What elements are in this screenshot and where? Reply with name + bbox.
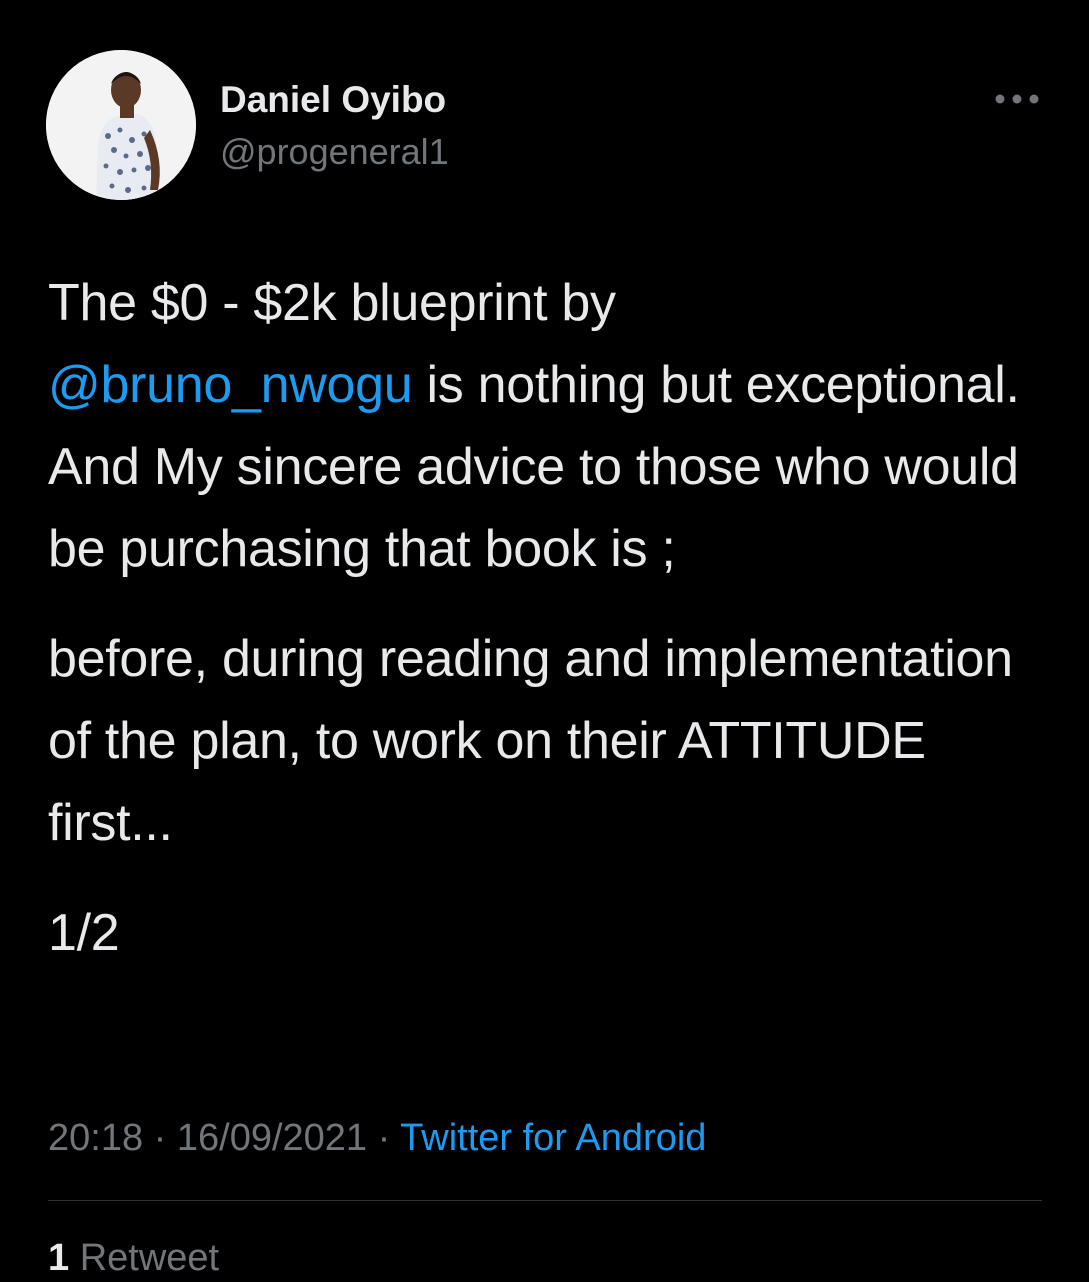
meta-separator: ·: [367, 1117, 401, 1159]
tweet-meta: 20:18 · 16/09/2021 · Twitter for Android: [48, 1114, 706, 1162]
divider: [48, 1200, 1042, 1201]
tweet-text-segment: The $0 - $2k blueprint by: [48, 274, 616, 332]
retweet-label: Retweet: [69, 1237, 220, 1279]
tweet-time[interactable]: 20:18: [48, 1117, 143, 1159]
retweet-count: 1: [48, 1237, 70, 1279]
more-options-button[interactable]: [990, 84, 1044, 114]
author-name[interactable]: Daniel Oyibo: [220, 78, 446, 122]
tweet-source-link[interactable]: Twitter for Android: [400, 1117, 706, 1159]
profile-photo-icon: [46, 50, 196, 200]
more-horizontal-icon: [995, 94, 1039, 104]
tweet-text: The $0 - $2k blueprint by @bruno_nwogu is…: [48, 262, 1058, 974]
tweet-paragraph: 1/2: [48, 904, 120, 962]
author-handle[interactable]: @progeneral1: [220, 130, 449, 174]
tweet-paragraph: The $0 - $2k blueprint by @bruno_nwogu is…: [48, 262, 1058, 590]
avatar[interactable]: [46, 50, 196, 200]
meta-separator: ·: [143, 1117, 177, 1159]
mention-link[interactable]: @bruno_nwogu: [48, 356, 413, 414]
retweet-stat[interactable]: 1 Retweet: [48, 1234, 219, 1282]
tweet-paragraph: before, during reading and implementatio…: [48, 630, 1013, 852]
tweet-date[interactable]: 16/09/2021: [177, 1117, 367, 1159]
tweet: Daniel Oyibo @progeneral1 The $0 - $2k b…: [0, 0, 1089, 1280]
